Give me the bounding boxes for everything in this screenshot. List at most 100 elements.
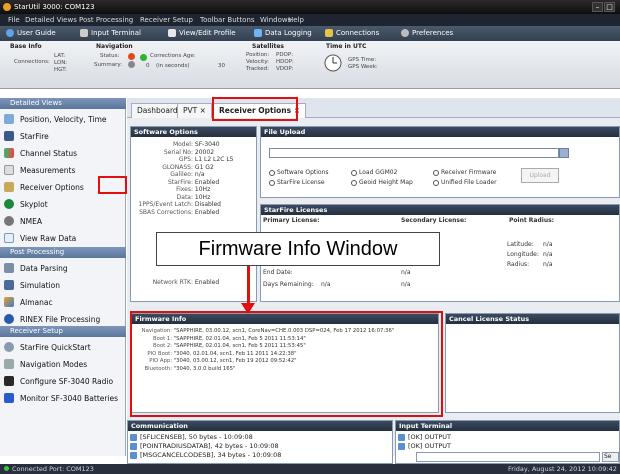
sidebar-item-simulation[interactable]: Simulation	[0, 277, 126, 293]
status-error-icon	[128, 53, 135, 60]
software-option-row: Data: 10Hz	[133, 194, 211, 201]
radio-unified-file-loader[interactable]: Unified File Loader	[433, 179, 497, 186]
cancel-license-header: Cancel License Status	[446, 314, 619, 324]
menu-toolbar-buttons[interactable]: Toolbar Buttons	[200, 16, 255, 24]
menu-receiver-setup[interactable]: Receiver Setup	[140, 16, 193, 24]
menu-help[interactable]: Help	[288, 16, 304, 24]
sidebar-header-receiver-setup[interactable]: Receiver Setup	[0, 326, 126, 337]
sidebar-item-rinex-file-processing[interactable]: RINEX File Processing	[0, 311, 126, 327]
view-edit-profile-button[interactable]: View/Edit Profile	[168, 29, 236, 37]
browse-button[interactable]	[559, 148, 569, 158]
close-tab-icon[interactable]: ×	[200, 106, 206, 115]
software-option-row: Fixes: 10Hz	[133, 186, 210, 193]
option-value: 20002	[194, 148, 215, 156]
close-tab-icon[interactable]: ×	[294, 106, 300, 115]
minimize-button[interactable]: –	[592, 2, 603, 12]
sidebar-item-measurements[interactable]: Measurements	[0, 162, 126, 178]
terminal-icon	[80, 29, 88, 37]
sidebar-item-channel-status[interactable]: Channel Status	[0, 145, 126, 161]
terminal-input[interactable]	[416, 452, 600, 462]
file-path-input[interactable]	[269, 148, 559, 158]
input-terminal-panel: Input Terminal [OK] OUTPUT [OK] OUTPUT S…	[395, 420, 620, 464]
satellites-group: Satellites Position: Velocity: Tracked: …	[246, 43, 294, 72]
connected-icon	[4, 466, 9, 471]
primary-license-label: Primary License:	[263, 217, 320, 224]
sidebar-header-detailed-views[interactable]: Detailed Views	[0, 98, 126, 109]
radio-icon	[433, 169, 439, 176]
software-option-row: Model: SF-3040	[133, 141, 220, 148]
firmware-value: "3040, 03.00.12, scn1, Feb 19 2012 09:52…	[173, 358, 297, 364]
firmware-value: "SAPPHIRE, 03.00.12, scn1, CoreNav=CHE.0…	[173, 328, 395, 334]
sidebar-item-starfire-quickstart[interactable]: StarFire QuickStart	[0, 339, 126, 355]
nmea-gear-icon	[4, 216, 14, 226]
tab-receiver-options[interactable]: Receiver Options ×	[213, 103, 307, 118]
radio-load-ggm02[interactable]: Load GGM02	[351, 169, 397, 176]
radio-icon	[351, 169, 357, 176]
end-date-label: End Date:	[263, 269, 293, 276]
option-value: n/a	[194, 171, 205, 178]
point-radius-label: Point Radius:	[509, 217, 555, 224]
radio-icon	[269, 179, 275, 186]
preferences-button[interactable]: Preferences	[401, 29, 453, 37]
tab-bar: Dashboard PVT × Receiver Options ×	[127, 98, 620, 118]
maximize-button[interactable]: □	[604, 2, 615, 12]
radio-software-options[interactable]: Software Options	[269, 169, 329, 176]
send-button[interactable]: Se	[602, 452, 619, 462]
sidebar-item-view-raw-data[interactable]: View Raw Data	[0, 230, 126, 246]
radio-geoid-height-map[interactable]: Geoid Height Map	[351, 179, 413, 186]
sidebar-item-skyplot[interactable]: Skyplot	[0, 196, 126, 212]
menu-windows[interactable]: Windows	[260, 16, 291, 24]
radio-starfire-license[interactable]: StarFire License	[269, 179, 325, 186]
sidebar-item-monitor-batteries[interactable]: Monitor SF-3040 Batteries	[0, 390, 126, 406]
firmware-label: PIO Boot:	[147, 350, 172, 357]
latitude-value: n/a	[543, 241, 553, 248]
option-value: Disabled	[194, 201, 221, 208]
sidebar-item-configure-radio[interactable]: Configure SF-3040 Radio	[0, 373, 126, 389]
sidebar-item-starfire[interactable]: StarFire	[0, 128, 126, 144]
option-label: GPS:	[178, 156, 193, 163]
connections-button[interactable]: Connections	[325, 29, 379, 37]
data-parsing-icon	[4, 263, 14, 273]
sidebar-item-almanac[interactable]: Almanac	[0, 294, 126, 310]
radio-icon	[4, 376, 14, 386]
radio-icon	[351, 179, 357, 186]
status-strip: Base Info Connections: LAT: LON: HGT: Na…	[0, 41, 620, 89]
raw-data-icon	[4, 233, 14, 243]
data-logging-button[interactable]: Data Logging	[254, 29, 312, 37]
firmware-value: "3040, 02.01.04, scn1, Feb 11 2011 14:22…	[173, 350, 297, 357]
user-guide-button[interactable]: User Guide	[6, 29, 56, 37]
firmware-info-header: Firmware Info	[132, 314, 438, 324]
software-option-row: StarFire: Enabled	[133, 179, 219, 186]
upload-button[interactable]: Upload	[521, 168, 559, 183]
sidebar-header-post-processing[interactable]: Post Processing	[0, 247, 126, 258]
tab-dashboard[interactable]: Dashboard	[131, 103, 184, 118]
firmware-row: PIO App: "3040, 03.00.12, scn1, Feb 19 2…	[134, 358, 297, 364]
network-rtk-row: Network RTK: Enabled	[152, 279, 220, 286]
sidebar-item-data-parsing[interactable]: Data Parsing	[0, 260, 126, 276]
option-label: GLONASS:	[162, 163, 193, 171]
software-option-row: Galileo: n/a	[133, 171, 204, 178]
communication-header: Communication	[128, 421, 392, 431]
radio-receiver-firmware[interactable]: Receiver Firmware	[433, 169, 496, 176]
sidebar-item-nmea[interactable]: NMEA	[0, 213, 126, 229]
menu-detailed-views[interactable]: Detailed Views	[25, 16, 77, 24]
file-upload-header: File Upload	[261, 127, 619, 137]
firmware-row: Boot 1: "SAPPHIRE, 02.01.04, scn1, Feb 5…	[134, 336, 306, 342]
menu-post-processing[interactable]: Post Processing	[79, 16, 133, 24]
tab-pvt[interactable]: PVT ×	[177, 103, 212, 118]
satellites-title: Satellites	[252, 43, 284, 50]
connected-port: Connected Port: COM123	[12, 465, 94, 473]
app-logo-icon	[3, 3, 11, 11]
terminal-line: [OK] OUTPUT	[398, 433, 451, 441]
firmware-label: Navigation:	[141, 328, 172, 334]
menu-file[interactable]: File	[8, 16, 20, 24]
sidebar-item-receiver-options[interactable]: Receiver Options	[0, 179, 126, 195]
secondary-license-label: Secondary License:	[401, 217, 467, 224]
firmware-label: Boot 2:	[152, 343, 172, 349]
sidebar-item-navigation-modes[interactable]: Navigation Modes	[0, 356, 126, 372]
measurements-icon	[4, 165, 14, 175]
input-terminal-button[interactable]: Input Terminal	[80, 29, 141, 37]
sidebar-item-position-velocity-time[interactable]: Position, Velocity, Time	[0, 111, 126, 127]
window-title: StarUtil 3000: COM123	[14, 3, 95, 11]
software-option-row: SBAS Corrections: Enabled	[133, 209, 219, 216]
